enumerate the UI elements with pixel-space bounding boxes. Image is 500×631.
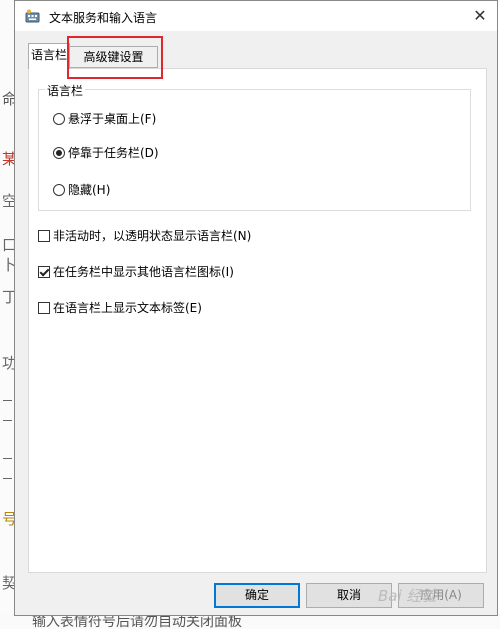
title-bar[interactable]: 文本服务和输入语言 ✕ [15,1,497,31]
watermark-logo: Bai 经验 [378,587,437,605]
background-divider [3,400,12,401]
radio-button[interactable] [53,112,65,125]
radio-label: 隐藏(H) [68,183,111,197]
background-divider [3,478,12,479]
text-services-dialog: 文本服务和输入语言 ✕ 语言栏 高级键设置 语言栏 悬浮于桌面上(F) 停靠于任… [14,0,498,616]
radio-button[interactable] [53,146,65,159]
radio-hidden[interactable]: 隐藏(H) [53,181,110,198]
checkbox-label: 非活动时，以透明状态显示语言栏(N) [53,229,252,243]
checkbox-label: 在任务栏中显示其他语言栏图标(I) [53,265,234,279]
checkbox[interactable] [38,301,50,314]
checkbox[interactable] [38,229,50,242]
tab-panel: 语言栏 悬浮于桌面上(F) 停靠于任务栏(D) 隐藏(H) 非活动时，以透明状态… [28,68,487,573]
language-bar-group: 语言栏 悬浮于桌面上(F) 停靠于任务栏(D) 隐藏(H) [38,82,471,211]
background-page: 命 某 空 口 卜 丁 功 号 契 [0,0,17,629]
checkbox-show-additional-icons[interactable]: 在任务栏中显示其他语言栏图标(I) [38,263,234,280]
window-title: 文本服务和输入语言 [49,11,158,25]
tab-language-bar[interactable]: 语言栏 [28,43,70,69]
radio-label: 停靠于任务栏(D) [68,146,159,160]
checkbox[interactable] [38,265,50,278]
checkbox-label: 在语言栏上显示文本标签(E) [53,301,202,315]
radio-float-on-desktop[interactable]: 悬浮于桌面上(F) [53,110,156,127]
checkbox-show-text-labels[interactable]: 在语言栏上显示文本标签(E) [38,299,202,316]
background-divider [3,458,12,459]
background-divider [3,420,12,421]
checkbox-transparent-when-inactive[interactable]: 非活动时，以透明状态显示语言栏(N) [38,227,251,244]
ok-button[interactable]: 确定 [214,583,300,608]
radio-dock-in-taskbar[interactable]: 停靠于任务栏(D) [53,144,159,161]
group-title: 语言栏 [45,82,86,99]
background-bottom-line: 输入表情符号后请勿自动关闭面板 [0,614,500,630]
radio-label: 悬浮于桌面上(F) [68,112,157,126]
close-icon[interactable]: ✕ [465,3,495,29]
keyboard-app-icon [25,9,40,23]
highlight-annotation-box [67,36,163,79]
radio-button[interactable] [53,183,65,196]
